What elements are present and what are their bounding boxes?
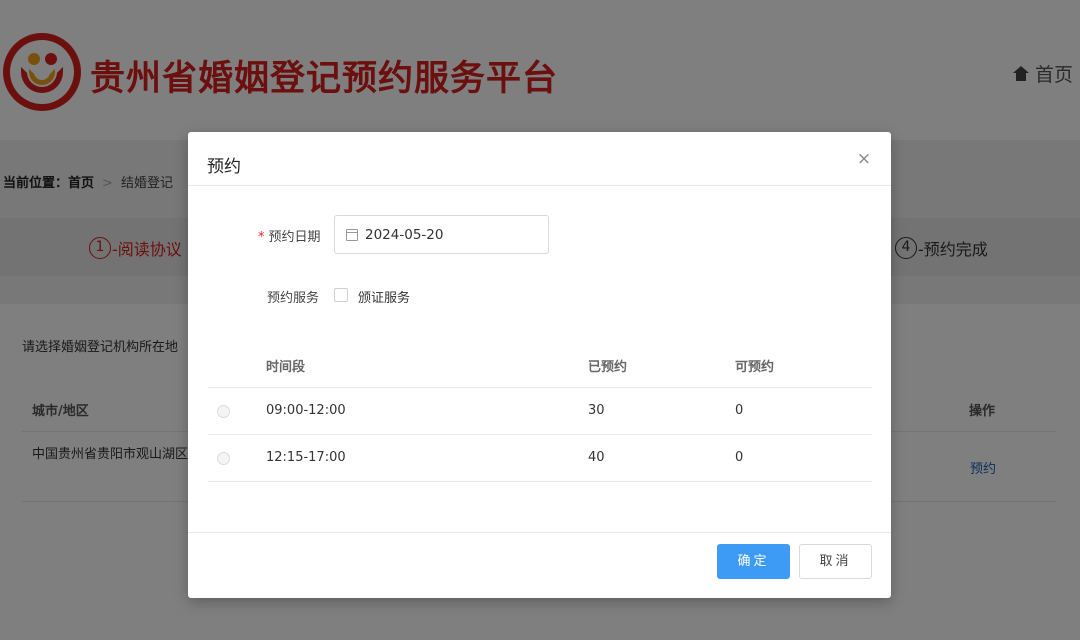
booking-dialog: 预约 × * 预约日期 2024-05-20 预约服务 颁证服务 时间段 已预约 … bbox=[188, 132, 891, 598]
slot-booked: 30 bbox=[588, 403, 605, 418]
slot-radio[interactable] bbox=[217, 452, 230, 465]
column-header-booked: 已预约 bbox=[588, 360, 628, 375]
slot-time: 09:00-12:00 bbox=[266, 403, 346, 418]
service-field-label: 预约服务 bbox=[267, 291, 320, 306]
dialog-header: 预约 × bbox=[188, 132, 891, 186]
slot-available: 0 bbox=[735, 403, 744, 418]
date-field-label: * 预约日期 bbox=[258, 226, 321, 245]
dialog-footer: 确定 取消 bbox=[188, 532, 891, 598]
close-icon[interactable]: × bbox=[854, 149, 874, 169]
column-header-time: 时间段 bbox=[266, 360, 306, 375]
slot-radio[interactable] bbox=[217, 405, 230, 418]
slot-available: 0 bbox=[735, 450, 744, 465]
slot-time: 12:15-17:00 bbox=[266, 450, 346, 465]
date-label-text: 预约日期 bbox=[268, 230, 321, 245]
confirm-button[interactable]: 确定 bbox=[717, 544, 790, 579]
required-mark: * bbox=[258, 230, 265, 245]
time-slot-table-header: 时间段 已预约 可预约 bbox=[208, 342, 872, 388]
slot-booked: 40 bbox=[588, 450, 605, 465]
booking-date-picker[interactable]: 2024-05-20 bbox=[334, 215, 549, 254]
certificate-service-checkbox[interactable] bbox=[334, 288, 348, 302]
column-header-available: 可预约 bbox=[735, 360, 775, 375]
calendar-icon bbox=[346, 229, 358, 241]
dialog-title: 预约 bbox=[207, 157, 241, 177]
booking-date-value: 2024-05-20 bbox=[365, 227, 444, 243]
certificate-service-label[interactable]: 颁证服务 bbox=[358, 287, 410, 306]
cancel-button[interactable]: 取消 bbox=[799, 544, 872, 579]
table-row[interactable]: 09:00-12:00 30 0 bbox=[208, 388, 872, 435]
table-row[interactable]: 12:15-17:00 40 0 bbox=[208, 435, 872, 482]
